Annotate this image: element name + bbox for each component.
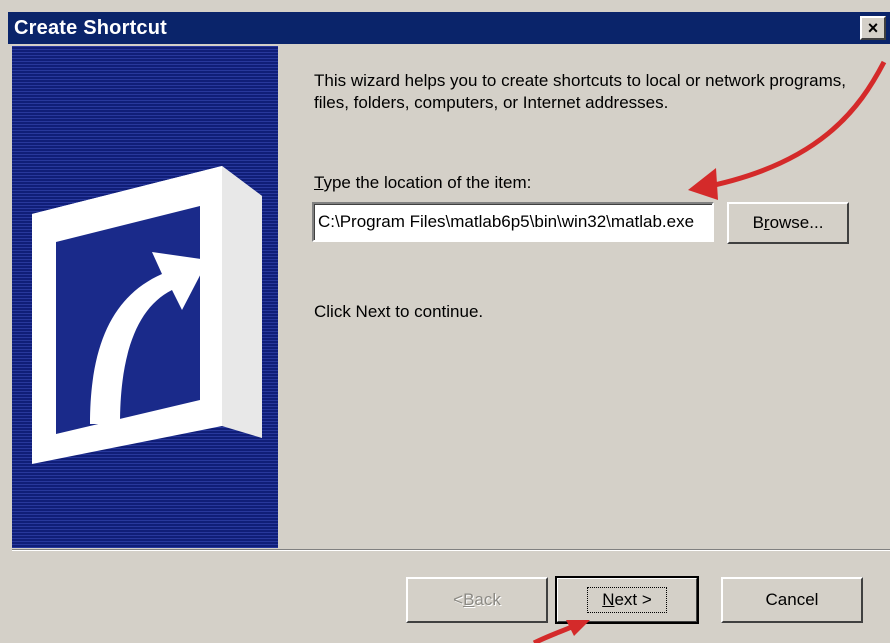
- close-icon: ×: [867, 18, 879, 38]
- browse-button[interactable]: Br owse...: [727, 202, 849, 244]
- back-label-post: ack: [474, 590, 501, 609]
- wizard-side-panel: [12, 46, 278, 548]
- next-label-post: ext >: [614, 590, 652, 609]
- close-button[interactable]: ×: [860, 16, 886, 40]
- annotation-arrowhead-top: [688, 168, 718, 200]
- location-label-text: ype the location of the item:: [323, 173, 532, 192]
- shortcut-arrow-icon: [32, 166, 262, 464]
- location-label: Type the location of the item:: [314, 173, 531, 193]
- cancel-button[interactable]: Cancel: [721, 577, 863, 623]
- back-button[interactable]: < Back: [406, 577, 548, 623]
- back-label-pre: <: [453, 590, 464, 609]
- browse-label-post: owse...: [769, 213, 824, 232]
- next-accesskey: N: [602, 590, 615, 609]
- footer-separator: [12, 549, 890, 551]
- title-bar[interactable]: Create Shortcut ×: [8, 12, 890, 44]
- back-accesskey: B: [463, 590, 475, 609]
- intro-text: This wizard helps you to create shortcut…: [314, 71, 846, 112]
- location-input[interactable]: [312, 202, 714, 242]
- annotation-arrow-bottom: [532, 623, 575, 643]
- next-focus-rect: Next >: [587, 587, 667, 613]
- browse-label-pre: B: [752, 213, 764, 232]
- continue-text: Click Next to continue.: [314, 302, 484, 321]
- create-shortcut-dialog: Create Shortcut × This wizard helps you …: [0, 0, 890, 643]
- window-title: Create Shortcut: [14, 16, 168, 39]
- next-button[interactable]: Next >: [555, 576, 699, 624]
